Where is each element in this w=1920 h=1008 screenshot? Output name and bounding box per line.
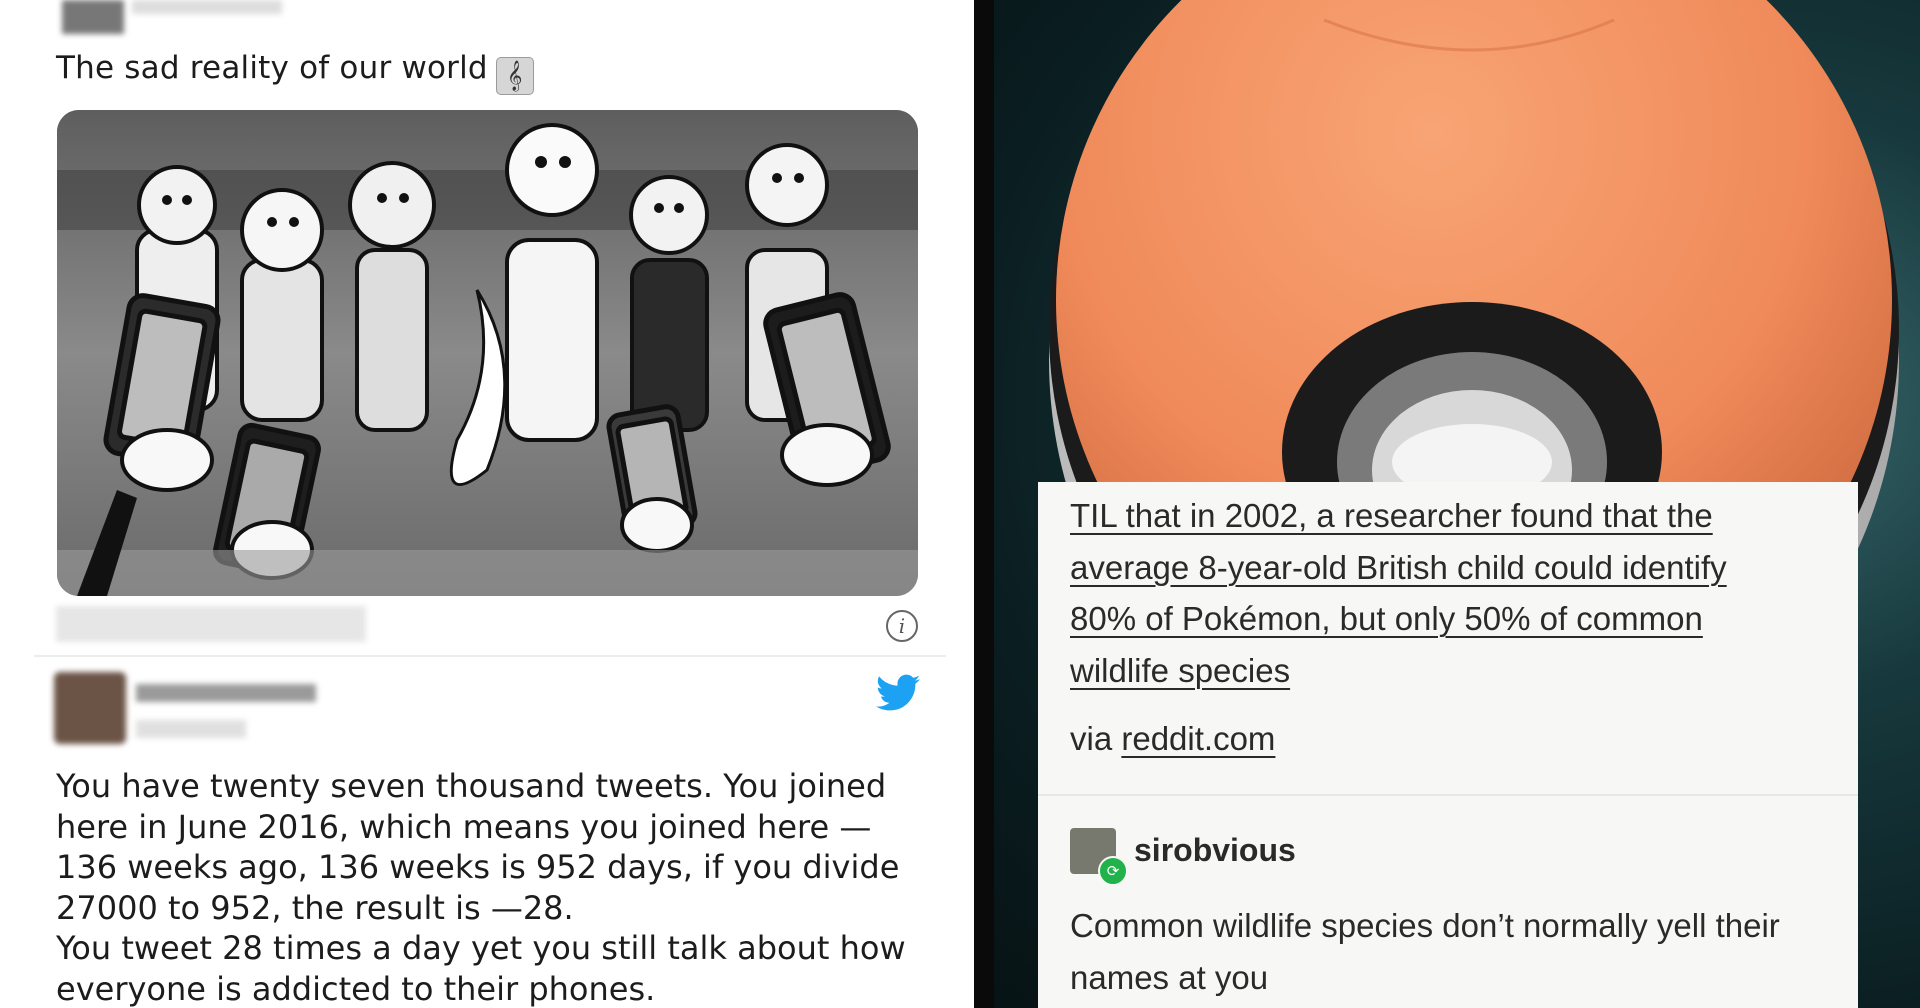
tumblr-post-card: TIL that in 2002, a researcher found tha…: [1038, 482, 1858, 1008]
blurred-avatar: [54, 672, 126, 744]
tweet-text-content: The sad reality of our world: [56, 50, 488, 86]
musical-score-icon: 𝄞: [495, 57, 534, 95]
reblog-line: Common wildlife species don’t normally y…: [1070, 907, 1780, 944]
reply-tweet-text: You have twenty seven thousand tweets. Y…: [56, 766, 936, 1008]
reply-line: here in June 2016, which means you joine…: [56, 807, 872, 846]
reblog-username[interactable]: sirobvious: [1134, 832, 1296, 869]
post-line[interactable]: 80% of Pokémon, but only 50% of common: [1070, 600, 1703, 637]
right-meme-panel: TIL that in 2002, a researcher found tha…: [994, 0, 1920, 1008]
reblog-line: names at you: [1070, 959, 1269, 996]
post-line[interactable]: wildlife species: [1070, 652, 1290, 689]
source-attribution: via reddit.com: [1070, 720, 1275, 758]
reblog-icon: ⟳: [1098, 856, 1128, 886]
reblog-text: Common wildlife species don’t normally y…: [1070, 900, 1840, 1004]
reply-line: everyone is addicted to their phones.: [56, 969, 656, 1008]
cartoon-image: [57, 110, 918, 596]
panel-divider: [974, 0, 994, 1008]
post-line[interactable]: average 8-year-old British child could i…: [1070, 549, 1727, 586]
tweet-divider: [34, 655, 946, 657]
blurred-timestamp: [56, 606, 366, 642]
tweet-text: The sad reality of our world 𝄞: [56, 50, 534, 95]
post-line[interactable]: TIL that in 2002, a researcher found tha…: [1070, 497, 1713, 534]
left-meme-panel: The sad reality of our world 𝄞 i You hav…: [0, 0, 974, 1008]
twitter-bird-icon: [876, 674, 920, 711]
blurred-display-name: [136, 684, 316, 702]
reply-line: You tweet 28 times a day yet you still t…: [56, 929, 906, 967]
blurred-handle: [136, 720, 246, 738]
reply-line: 136 weeks ago, 136 weeks is 952 days, if…: [56, 848, 900, 886]
post-text[interactable]: TIL that in 2002, a researcher found tha…: [1070, 490, 1830, 696]
reply-line: 27000 to 952, the result is —28.: [56, 888, 574, 927]
source-link[interactable]: reddit.com: [1121, 720, 1275, 757]
blurred-username-top: [132, 0, 282, 14]
info-icon[interactable]: i: [886, 610, 918, 642]
reply-line: You have twenty seven thousand tweets. Y…: [56, 767, 887, 805]
blurred-avatar-top: [62, 0, 124, 34]
via-prefix: via: [1070, 720, 1113, 757]
reblog-divider: [1038, 794, 1858, 796]
